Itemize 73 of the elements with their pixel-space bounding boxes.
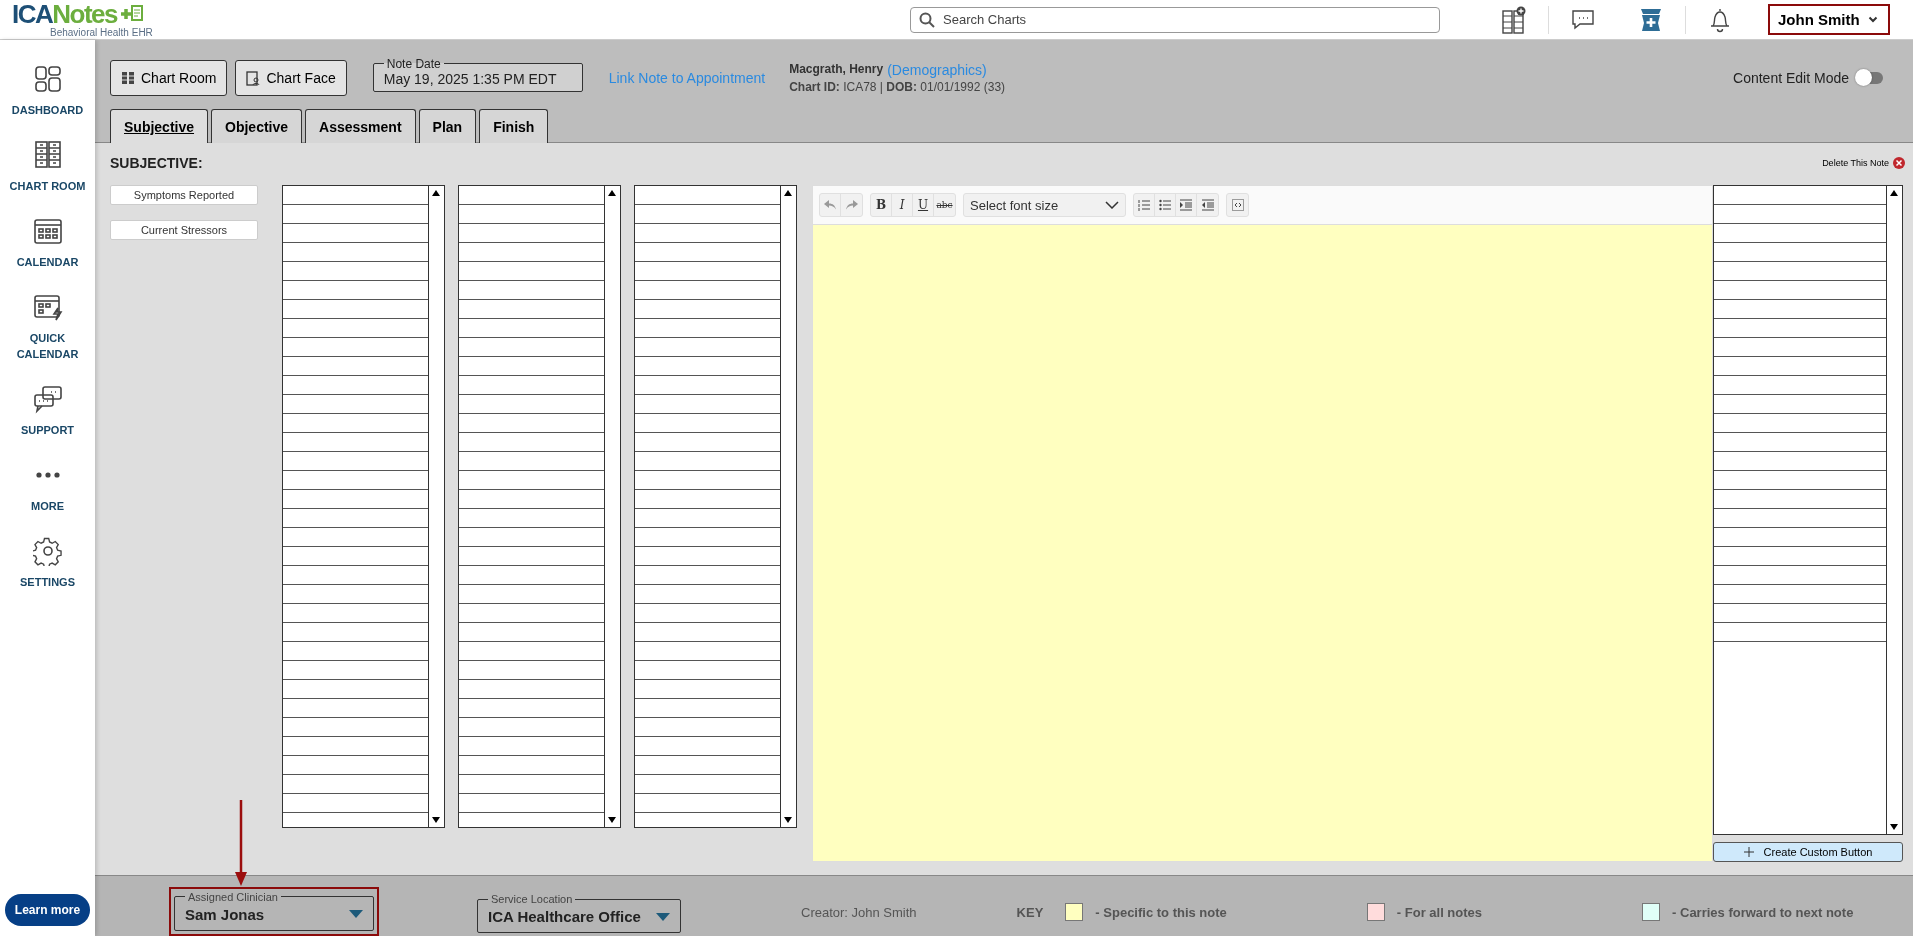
format-button[interactable]: B: [871, 194, 892, 216]
chat-icon: [32, 384, 63, 414]
logo: ICANotes Behavioral Health EHR: [11, 1, 154, 38]
format-button[interactable]: I: [892, 194, 913, 216]
text-editor[interactable]: B I U abc Select font size: [812, 185, 1713, 862]
caret-icon: [656, 912, 670, 921]
tab[interactable]: Plan: [418, 109, 477, 143]
settings-icon: [32, 536, 63, 566]
assigned-clinician-dropdown[interactable]: Assigned Clinician Sam Jonas: [174, 890, 374, 931]
format-button[interactable]: abc: [934, 194, 955, 216]
cabinet-plus-icon[interactable]: [1502, 5, 1526, 34]
up-arrow-icon[interactable]: [432, 190, 440, 196]
learn-more-button[interactable]: Learn more: [4, 894, 91, 926]
up-arrow-icon[interactable]: [608, 190, 616, 196]
cabinet-icon: [121, 71, 135, 85]
list-box[interactable]: [634, 185, 797, 828]
plus-icon: [1743, 847, 1754, 857]
nav-button[interactable]: Chart Room: [110, 60, 228, 96]
chevron-icon: [1867, 16, 1878, 23]
key-text: - Carries forward to next note: [1672, 904, 1854, 920]
tab[interactable]: Finish: [479, 109, 549, 143]
mortar-pestle-icon[interactable]: [1639, 6, 1663, 33]
section-title: SUBJECTIVE:: [110, 155, 203, 171]
close-icon: [1893, 157, 1905, 169]
user-menu[interactable]: John Smith: [1768, 4, 1890, 35]
format-button[interactable]: U: [913, 194, 934, 216]
calendar-icon: [32, 216, 63, 246]
chat-icon[interactable]: [1571, 8, 1595, 31]
grid-icon: [32, 64, 63, 94]
sidebar-item[interactable]: SETTINGS: [7, 536, 88, 590]
chevron-icon: [1105, 201, 1119, 209]
key-label: KEY: [1016, 904, 1044, 920]
font-size-dropdown[interactable]: Select font size: [963, 193, 1126, 217]
tab[interactable]: Assessment: [305, 109, 416, 143]
up-arrow-icon[interactable]: [784, 190, 792, 196]
list-box[interactable]: [458, 185, 621, 828]
down-arrow-icon[interactable]: [1890, 824, 1898, 830]
more-icon: [34, 472, 61, 478]
calendar-bolt-icon: [32, 292, 63, 322]
create-custom-button[interactable]: Create Custom Button: [1713, 842, 1903, 862]
clipboard-person-icon: [246, 70, 261, 86]
sidebar-item[interactable]: CHART ROOM: [7, 140, 88, 194]
note-date-field[interactable]: Note Date May 19, 2025 1:35 PM EDT: [372, 56, 583, 92]
patient-name: Macgrath, Henry: [789, 62, 884, 78]
quick-button[interactable]: Symptoms Reported: [110, 185, 258, 205]
nav-button[interactable]: Chart Face: [235, 60, 347, 96]
bell-icon[interactable]: [1708, 6, 1732, 33]
search-field[interactable]: Search Charts: [910, 6, 1440, 33]
creator-label: Creator: John Smith: [801, 904, 917, 920]
delete-note-button[interactable]: Delete This Note: [1822, 157, 1905, 169]
caret-icon: [349, 910, 363, 918]
up-arrow-icon[interactable]: [1890, 190, 1898, 196]
list-box[interactable]: [1713, 185, 1903, 835]
key-text: - For all notes: [1396, 904, 1483, 920]
key-text: - Specific to this note: [1095, 904, 1227, 920]
quick-button[interactable]: Current Stressors: [110, 220, 258, 240]
service-location-dropdown[interactable]: Service Location ICA Healthcare Office: [477, 893, 681, 933]
down-arrow-icon[interactable]: [432, 817, 440, 823]
sidebar-item[interactable]: SUPPORT: [7, 384, 88, 438]
list-box[interactable]: [282, 185, 445, 828]
patient-details: Chart ID: ICA78 | DOB: 01/01/1992 (33): [789, 80, 1006, 94]
tab[interactable]: Objective: [211, 109, 303, 143]
down-arrow-icon[interactable]: [784, 817, 792, 823]
toggle-switch[interactable]: [1857, 72, 1883, 84]
sidebar-item[interactable]: QUICK CALENDAR: [7, 292, 88, 362]
tab[interactable]: Subjective: [110, 109, 209, 143]
search-icon: [919, 11, 935, 28]
sidebar-item[interactable]: CALENDAR: [7, 216, 88, 270]
down-arrow-icon[interactable]: [608, 817, 616, 823]
sidebar-item[interactable]: DASHBOARD: [7, 64, 88, 118]
sidebar-item[interactable]: MORE: [7, 460, 88, 514]
content-edit-mode-label: Content Edit Mode: [1733, 70, 1849, 86]
cabinet-icon: [32, 140, 63, 170]
